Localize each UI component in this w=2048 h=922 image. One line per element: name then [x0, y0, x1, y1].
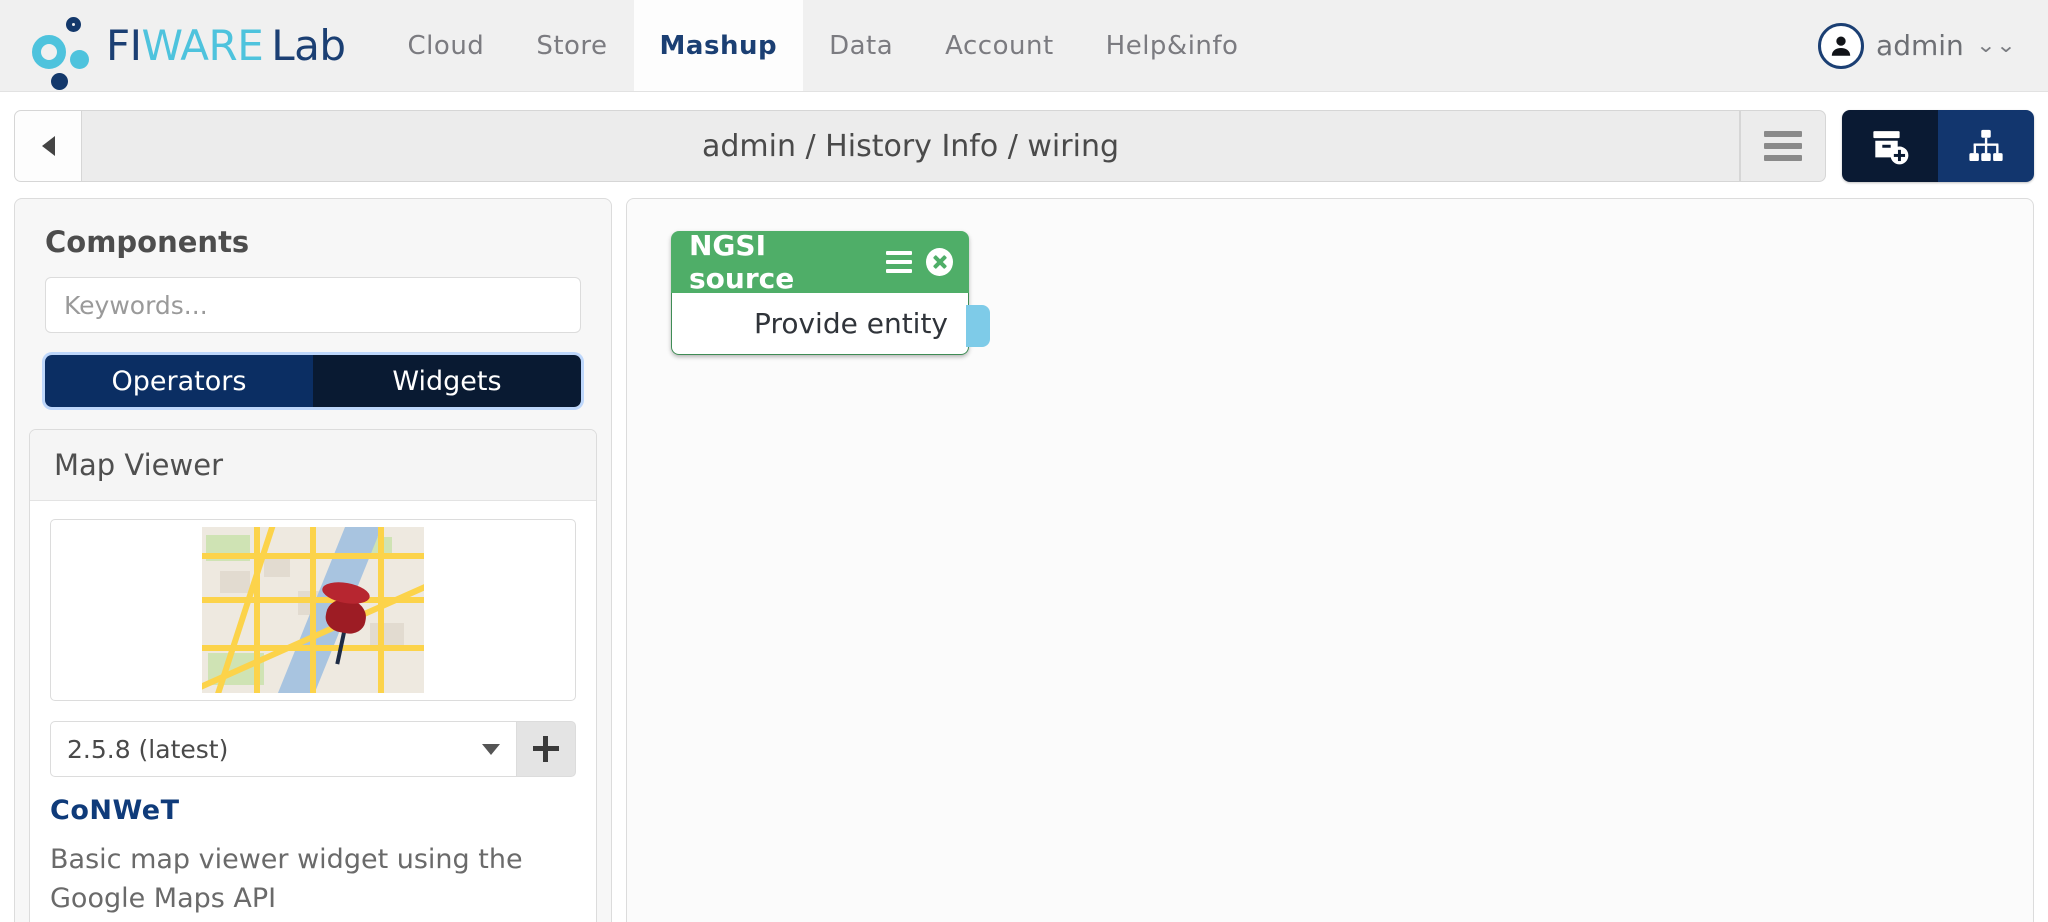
- brand-text-lab: Lab: [271, 21, 346, 70]
- chevron-down-icon: [482, 743, 500, 755]
- nav-item-store[interactable]: Store: [510, 0, 633, 91]
- node-output-endpoint[interactable]: [966, 305, 990, 347]
- wiring-canvas[interactable]: NGSI source Provide entity: [626, 198, 2034, 922]
- add-component-button[interactable]: [1842, 110, 1938, 182]
- show-structure-button[interactable]: [1938, 110, 2034, 182]
- component-type-toggle: Operators Widgets: [45, 355, 581, 407]
- components-sidebar: Components Operators Widgets Map Viewer: [14, 198, 612, 922]
- version-value: 2.5.8 (latest): [67, 734, 229, 764]
- user-name-label: admin: [1876, 29, 1964, 62]
- nav-item-help-info[interactable]: Help&info: [1080, 0, 1265, 91]
- create-instance-button[interactable]: [516, 721, 576, 777]
- wiring-node-ngsi-source[interactable]: NGSI source Provide entity: [671, 229, 990, 355]
- component-title: Map Viewer: [30, 430, 596, 501]
- version-row: 2.5.8 (latest): [50, 721, 576, 777]
- node-body: Provide entity: [671, 293, 990, 355]
- nav-item-account[interactable]: Account: [919, 0, 1079, 91]
- nav-item-data[interactable]: Data: [803, 0, 919, 91]
- plus-icon: [533, 736, 559, 762]
- component-card-map-viewer[interactable]: Map Viewer 2.5.8 (latest) CoNWeT Basic m…: [29, 429, 597, 922]
- fiware-logo-icon: [30, 15, 92, 90]
- component-description: Basic map viewer widget using the Google…: [50, 844, 523, 915]
- workspace-toolbar: admin / History Info / wiring: [14, 110, 2034, 182]
- hamburger-icon: [1764, 131, 1802, 161]
- main-area: Components Operators Widgets Map Viewer: [14, 198, 2034, 922]
- map-pin-thumbnail-icon: [202, 527, 424, 693]
- brand-wordmark: FIWARE Lab: [106, 21, 346, 70]
- top-navbar: FIWARE Lab Cloud Store Mashup Data Accoun…: [0, 0, 2048, 92]
- avatar-icon: [1818, 22, 1865, 69]
- search-field[interactable]: [45, 277, 581, 333]
- node-title: NGSI source: [689, 229, 795, 295]
- brand-text-fi: FI: [106, 21, 142, 70]
- component-vendor: CoNWeT: [50, 795, 180, 826]
- user-menu[interactable]: admin ⌄⌄: [1818, 0, 2048, 91]
- close-circle-icon[interactable]: [926, 248, 953, 276]
- brand-text-ware: WARE: [141, 21, 264, 70]
- tab-operators[interactable]: Operators: [45, 355, 313, 407]
- search-input[interactable]: [62, 289, 564, 321]
- sitemap-icon: [1969, 129, 2003, 162]
- breadcrumb: admin / History Info / wiring: [82, 110, 1740, 182]
- version-select[interactable]: 2.5.8 (latest): [50, 721, 516, 777]
- hamburger-icon[interactable]: [885, 251, 913, 273]
- nav-item-mashup[interactable]: Mashup: [633, 0, 804, 91]
- node-header: NGSI source: [671, 229, 969, 295]
- chevron-down-icon: ⌄⌄: [1975, 33, 2016, 57]
- nav-item-cloud[interactable]: Cloud: [382, 0, 511, 91]
- brand-logo[interactable]: FIWARE Lab: [0, 0, 364, 91]
- tab-widgets[interactable]: Widgets: [313, 355, 581, 407]
- toolbar-actions: [1842, 110, 2034, 182]
- chevron-left-icon: [41, 136, 55, 156]
- map-pin-icon: [320, 578, 378, 665]
- back-button[interactable]: [14, 110, 82, 182]
- workspace-menu-button[interactable]: [1740, 110, 1826, 182]
- node-endpoint-label: Provide entity: [754, 307, 948, 340]
- sidebar-title: Components: [45, 225, 250, 259]
- main-navigation: Cloud Store Mashup Data Account Help&inf…: [382, 0, 1265, 91]
- component-thumbnail: [50, 519, 576, 701]
- archive-plus-icon: [1873, 131, 1909, 165]
